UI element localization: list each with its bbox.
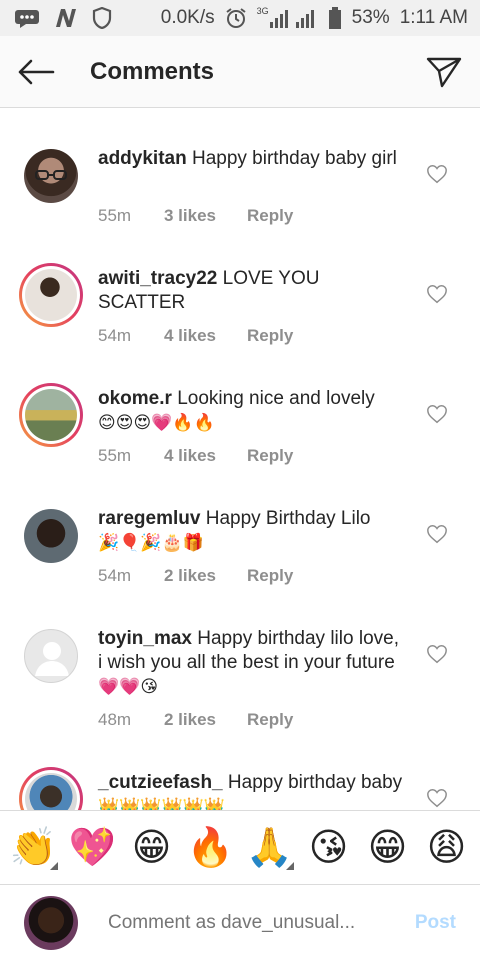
weary-emoji-button[interactable]: 😩 [419, 820, 475, 876]
heart-icon[interactable] [426, 523, 448, 545]
comment-likes[interactable]: 4 likes [164, 446, 247, 466]
comments-header: Comments [0, 36, 480, 108]
comment-time: 54m [98, 326, 132, 345]
clock: 1:11 AM [399, 7, 468, 28]
comment-body: Looking nice and lovely [177, 388, 375, 409]
avatar[interactable] [24, 509, 78, 563]
comment-emoji: 🎉🎈🎉🎂🎁 [98, 533, 204, 552]
battery-level: 53% [351, 7, 390, 28]
comment-list[interactable]: addykitan Happy birthday baby girl 55m 3… [0, 109, 480, 810]
sparkling-heart-emoji-icon: 💖 [68, 826, 117, 869]
reply-button[interactable]: Reply [247, 566, 293, 586]
reply-button[interactable]: Reply [247, 710, 293, 730]
network-type: 3G [256, 6, 269, 16]
alarm-icon [225, 7, 247, 29]
comment-username[interactable]: _cutzieefash_ [98, 772, 223, 793]
reply-button[interactable]: Reply [247, 446, 293, 466]
comment-likes[interactable]: 3 likes [164, 206, 247, 226]
comment-composer: Post [0, 884, 480, 960]
comment-text: toyin_max Happy birthday lilo love, i wi… [98, 627, 408, 699]
grin-emoji-icon: 😁 [131, 827, 172, 869]
sparkling-heart-emoji-button[interactable]: 💖 [65, 820, 121, 876]
comment-meta: 54m 2 likes Reply [98, 566, 293, 586]
comment-body: Happy Birthday Lilo [205, 508, 371, 529]
avatar-story[interactable] [19, 767, 83, 810]
comment-input[interactable] [108, 911, 383, 934]
shield-icon [92, 7, 112, 29]
weary-emoji-icon: 😩 [426, 827, 467, 869]
heart-icon[interactable] [426, 787, 448, 809]
avatar-story[interactable] [19, 383, 83, 447]
comment-body: Happy birthday baby [227, 772, 403, 793]
kiss-emoji-button[interactable]: 😘 [301, 820, 357, 876]
comment-likes[interactable]: 2 likes [164, 566, 247, 586]
signal-icon: 3G [256, 6, 318, 28]
heart-icon[interactable] [426, 283, 448, 305]
comment-username[interactable]: okome.r [98, 388, 172, 409]
quick-emoji-bar: 👏 💖 😁 🔥 🙏 😘 😁 😩 [0, 810, 480, 884]
avatar[interactable] [24, 149, 78, 203]
network-speed: 0.0K/s [160, 7, 215, 28]
share-button[interactable] [408, 36, 480, 108]
grin-emoji-icon: 😁 [367, 827, 408, 869]
fire-emoji-button[interactable]: 🔥 [183, 820, 239, 876]
status-bar: 0.0K/s 3G 53% 1:11 AM [0, 0, 480, 36]
comment-meta: 48m 2 likes Reply [98, 710, 293, 730]
comment-username[interactable]: toyin_max [98, 628, 192, 649]
fire-emoji-icon: 🔥 [186, 826, 235, 869]
comment-time: 48m [98, 710, 132, 729]
comment-time: 55m [98, 446, 132, 465]
comment-emoji: 👑👑👑👑👑👑 [98, 797, 226, 810]
kiss-emoji-icon: 😘 [308, 827, 349, 869]
skin-tone-indicator-icon [49, 861, 58, 870]
comment-username[interactable]: addykitan [98, 148, 187, 169]
battery-icon [328, 7, 342, 29]
default-avatar-icon[interactable] [24, 629, 78, 683]
skin-tone-indicator-icon [285, 861, 294, 870]
comment-meta: 55m 3 likes Reply [98, 206, 293, 226]
send-icon [426, 57, 462, 87]
comment-time: 54m [98, 566, 132, 585]
comment-time: 55m [98, 206, 132, 225]
comment-text: okome.r Looking nice and lovely 😊😍😍💗🔥🔥 [98, 387, 408, 435]
avatar-story[interactable] [19, 263, 83, 327]
comment-likes[interactable]: 4 likes [164, 326, 247, 346]
comment-meta: 55m 4 likes Reply [98, 446, 293, 466]
clap-emoji-button[interactable]: 👏 [6, 820, 62, 876]
grin-emoji-button-2[interactable]: 😁 [360, 820, 416, 876]
comment-emoji: 😊😍😍💗🔥🔥 [98, 413, 215, 432]
current-user-avatar [24, 895, 78, 950]
comment-username[interactable]: awiti_tracy22 [98, 268, 217, 289]
comment-text: _cutzieefash_ Happy birthday baby👑👑👑👑👑👑 [98, 771, 408, 810]
comment-text: raregemluv Happy Birthday Lilo 🎉🎈🎉🎂🎁 [98, 507, 408, 555]
pray-emoji-button[interactable]: 🙏 [242, 820, 298, 876]
reply-button[interactable]: Reply [247, 326, 293, 346]
reply-button[interactable]: Reply [247, 206, 293, 226]
comment-meta: 54m 4 likes Reply [98, 326, 293, 346]
heart-icon[interactable] [426, 403, 448, 425]
comment-body: Happy birthday baby girl [191, 148, 397, 169]
grin-emoji-button[interactable]: 😁 [124, 820, 180, 876]
back-button[interactable] [0, 36, 72, 108]
heart-icon[interactable] [426, 163, 448, 185]
nfc-icon [54, 7, 78, 29]
page-title: Comments [90, 57, 215, 85]
comment-emoji: 💗💗😘 [98, 677, 159, 696]
comment-username[interactable]: raregemluv [98, 508, 200, 529]
comment-likes[interactable]: 2 likes [164, 710, 247, 730]
heart-icon[interactable] [426, 643, 448, 665]
comment-text: addykitan Happy birthday baby girl [98, 147, 408, 171]
comment-text: awiti_tracy22 LOVE YOU SCATTER [98, 267, 408, 315]
messages-icon [14, 8, 40, 28]
post-button[interactable]: Post [415, 912, 456, 934]
back-arrow-icon [18, 59, 55, 84]
